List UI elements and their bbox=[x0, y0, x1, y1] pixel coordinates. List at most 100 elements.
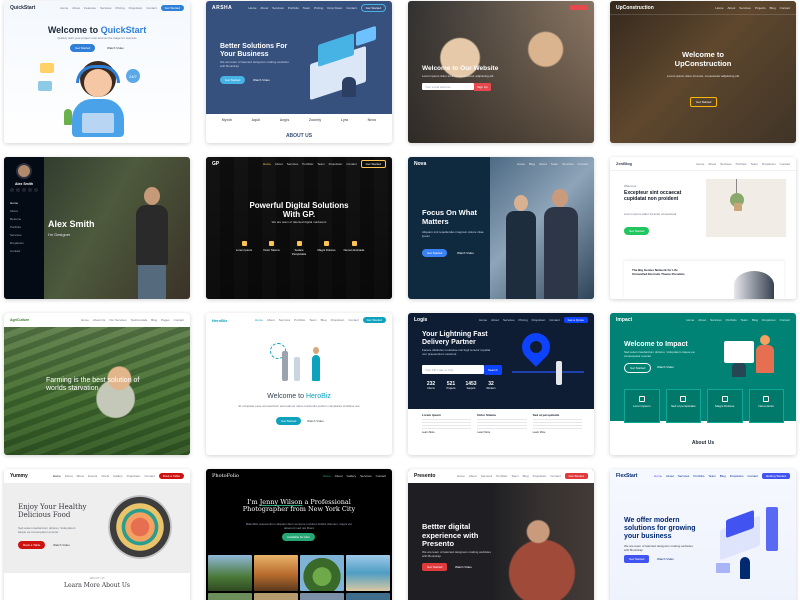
card-yummy[interactable]: Yummy Home About Menu Events Chefs Galle… bbox=[4, 469, 190, 600]
nav-item[interactable]: About bbox=[260, 6, 268, 10]
nav-item[interactable]: Contact bbox=[780, 6, 790, 10]
get-started-button[interactable]: Get Started bbox=[360, 4, 386, 12]
nav-item[interactable]: Services bbox=[562, 162, 574, 166]
profile-avatar[interactable] bbox=[16, 163, 32, 179]
nav-item[interactable]: Home bbox=[696, 162, 704, 166]
nav-item[interactable]: Home bbox=[654, 474, 662, 478]
impact-tile[interactable]: Magni Dolores bbox=[707, 389, 743, 423]
nav-item[interactable]: Team bbox=[751, 162, 758, 166]
nav-item[interactable]: Dropdown bbox=[329, 162, 343, 166]
watch-video-button[interactable]: Watch Video bbox=[102, 44, 129, 52]
nav-item[interactable]: Portfolio bbox=[736, 162, 747, 166]
sidebar-item[interactable]: Contact bbox=[10, 247, 24, 255]
card-photofolio[interactable]: PhotoFolio Home About Gallery Services C… bbox=[206, 469, 392, 600]
gallery-thumb[interactable] bbox=[346, 555, 390, 591]
nav-item[interactable]: Contact bbox=[550, 474, 560, 478]
get-started-button[interactable]: Get Started bbox=[690, 97, 718, 107]
get-started-button[interactable]: Get Started bbox=[564, 473, 588, 479]
nav-item[interactable]: Home bbox=[248, 6, 256, 10]
nav-item[interactable]: Chefs bbox=[101, 474, 109, 478]
nav-item[interactable]: About bbox=[727, 6, 735, 10]
nav-item[interactable]: Services bbox=[272, 6, 284, 10]
impact-tile[interactable]: Nemo Enim bbox=[748, 389, 784, 423]
nav-item[interactable]: Contact bbox=[578, 162, 588, 166]
nav-item[interactable]: Events bbox=[88, 474, 97, 478]
skype-icon[interactable] bbox=[28, 188, 32, 192]
learn-more-link[interactable]: Learn More bbox=[533, 431, 582, 434]
site-logo[interactable]: ZenBlog bbox=[616, 161, 632, 166]
nav-item[interactable]: Home bbox=[517, 162, 525, 166]
nav-item[interactable]: Home bbox=[255, 318, 263, 322]
card-presento[interactable]: Presento Home About Services Portfolio T… bbox=[408, 469, 594, 600]
card-alexsmith[interactable]: Alex Smith Home About Resume Portfolio S… bbox=[4, 157, 190, 299]
nav-item[interactable]: Dropdown bbox=[762, 162, 776, 166]
nav-item[interactable]: Home bbox=[60, 6, 68, 10]
card-farming[interactable]: AgriCulture Home About Us Our Services T… bbox=[4, 313, 190, 455]
sidebar-item[interactable]: Resume bbox=[10, 215, 24, 223]
get-started-button[interactable]: Get Started bbox=[160, 5, 184, 11]
watch-video-button[interactable]: Watch Video bbox=[48, 541, 75, 549]
nav-item[interactable]: Portfolio bbox=[726, 318, 737, 322]
book-table-button[interactable]: Book a Table bbox=[18, 541, 46, 549]
nav-item[interactable]: Dropdown bbox=[730, 474, 744, 478]
nav-item[interactable]: Contact bbox=[146, 6, 156, 10]
nav-item[interactable]: Portfolio bbox=[302, 162, 313, 166]
nav-item[interactable]: Gallery bbox=[347, 474, 357, 478]
facebook-icon[interactable] bbox=[16, 188, 20, 192]
nav-item[interactable]: Home bbox=[457, 474, 465, 478]
nav-item[interactable]: Home bbox=[479, 318, 487, 322]
sidebar-item[interactable]: Services bbox=[10, 231, 24, 239]
nav-item[interactable]: Services bbox=[100, 6, 112, 10]
nav-item[interactable]: Team bbox=[741, 318, 748, 322]
nav-item[interactable]: Home bbox=[715, 6, 723, 10]
nav-item[interactable]: Contact bbox=[144, 474, 154, 478]
card-quickstart[interactable]: QuickStart Home About Features Services … bbox=[4, 1, 190, 143]
nav-item[interactable]: About bbox=[335, 474, 343, 478]
nav-item[interactable]: About bbox=[469, 474, 477, 478]
nav-item[interactable]: Blog bbox=[529, 162, 535, 166]
search-button[interactable]: Search bbox=[484, 365, 502, 375]
get-quote-button[interactable]: Get a Quote bbox=[563, 317, 588, 323]
nav-item[interactable]: Gallery bbox=[113, 474, 123, 478]
nav-item[interactable]: Blog bbox=[523, 474, 529, 478]
nav-item[interactable]: Our Services bbox=[109, 318, 126, 322]
nav-item[interactable]: Services bbox=[710, 318, 722, 322]
nav-item[interactable]: About bbox=[491, 318, 499, 322]
nav-item[interactable]: Blog bbox=[770, 6, 776, 10]
nav-item[interactable]: Contact bbox=[346, 6, 356, 10]
nav-item[interactable]: Home bbox=[323, 474, 331, 478]
nav-item[interactable]: About bbox=[539, 162, 547, 166]
impact-tile[interactable]: Sed ut perspiciatis bbox=[665, 389, 701, 423]
site-logo[interactable]: Logis bbox=[414, 317, 427, 323]
watch-video-button[interactable]: Watch Video bbox=[452, 249, 479, 257]
nav-item[interactable]: Pricing bbox=[115, 6, 124, 10]
watch-video-button[interactable]: Watch Video bbox=[302, 417, 329, 425]
service-item[interactable]: Sed ut perspiciatis Learn More bbox=[532, 413, 582, 451]
nav-item[interactable]: Services bbox=[287, 162, 299, 166]
sign-up-button[interactable]: Sign Up bbox=[474, 83, 491, 91]
nav-item[interactable]: Team bbox=[309, 318, 316, 322]
linkedin-icon[interactable] bbox=[34, 188, 38, 192]
nav-item[interactable]: Services bbox=[678, 474, 690, 478]
get-started-button[interactable]: Get Started bbox=[362, 317, 386, 323]
nav-item[interactable]: Services bbox=[503, 318, 515, 322]
feature-box[interactable]: Lorem Ipsum bbox=[232, 241, 256, 263]
nav-item[interactable]: Dropdown bbox=[129, 6, 143, 10]
nav-item[interactable]: Contact bbox=[348, 318, 358, 322]
nav-item[interactable]: Dropdown bbox=[762, 318, 776, 322]
learn-more-link[interactable]: Learn More bbox=[477, 431, 526, 434]
get-started-button[interactable]: Get Started bbox=[624, 227, 650, 235]
watch-video-button[interactable]: Watch Video bbox=[652, 555, 679, 563]
get-started-button[interactable]: Get Started bbox=[276, 417, 302, 425]
nav-item[interactable]: About bbox=[698, 318, 706, 322]
nav-item[interactable]: Dropdown bbox=[533, 474, 547, 478]
nav-item[interactable]: Contact bbox=[346, 162, 356, 166]
site-logo[interactable]: HeroBiz bbox=[212, 318, 227, 323]
nav-item[interactable]: Services bbox=[720, 162, 732, 166]
nav-item[interactable]: About bbox=[267, 318, 275, 322]
watch-video-button[interactable]: Watch Video bbox=[652, 363, 679, 371]
card-flexstart[interactable]: FlexStart Home About Services Portfolio … bbox=[610, 469, 796, 600]
nav-item[interactable]: About bbox=[275, 162, 283, 166]
nav-item[interactable]: Contact bbox=[780, 318, 790, 322]
nav-item[interactable]: Contact bbox=[780, 162, 790, 166]
